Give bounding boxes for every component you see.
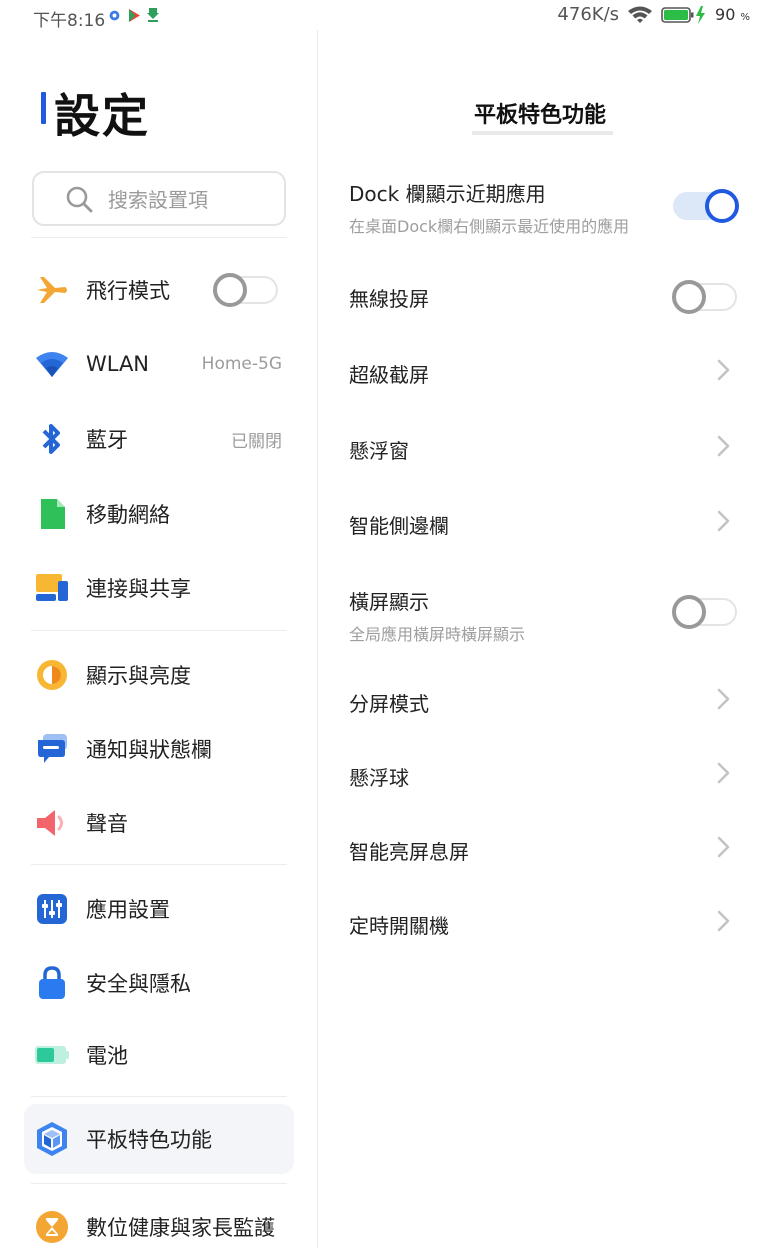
divider: [31, 1183, 287, 1184]
sidebar-item-security-privacy[interactable]: 安全與隱私: [24, 948, 294, 1018]
sidebar-item-label: 通知與狀態欄: [86, 738, 212, 762]
divider: [31, 1096, 287, 1097]
sidebar-item-app-settings[interactable]: 應用設置: [24, 874, 294, 944]
sidebar-item-label: 數位健康與家長監護: [86, 1216, 275, 1240]
chevron-right-icon: [717, 510, 730, 532]
chevron-right-icon: [717, 688, 730, 710]
sidebar-item-digital-wellbeing[interactable]: 數位健康與家長監護: [24, 1192, 294, 1248]
setting-floating-ball[interactable]: 懸浮球: [349, 762, 759, 791]
sidebar-item-label: 飛行模式: [86, 279, 170, 303]
chevron-right-icon: [717, 910, 730, 932]
sidebar-item-connection-sharing[interactable]: 連接與共享: [24, 553, 294, 623]
notification-icon: [34, 731, 70, 767]
setting-landscape-display[interactable]: 橫屏顯示 全局應用橫屏時橫屏顯示: [349, 586, 759, 645]
setting-label: 智能亮屏息屏: [349, 840, 469, 864]
chevron-right-icon: [717, 762, 730, 784]
divider: [31, 630, 287, 631]
setting-split-screen[interactable]: 分屏模式: [349, 688, 759, 717]
divider: [31, 864, 287, 865]
sidebar-item-battery[interactable]: 電池: [24, 1020, 294, 1090]
sidebar-item-notification-statusbar[interactable]: 通知與狀態欄: [24, 714, 294, 784]
wireless-projection-toggle[interactable]: [672, 280, 737, 314]
divider: [31, 237, 287, 238]
sidebar-item-tablet-features[interactable]: 平板特色功能: [24, 1104, 294, 1174]
sidebar-item-label: 平板特色功能: [86, 1128, 212, 1152]
sidebar-item-label: 移動網絡: [86, 503, 170, 527]
sidebar-item-label: 藍牙: [86, 428, 128, 452]
setting-label: 智能側邊欄: [349, 514, 449, 538]
sidebar-item-label: 電池: [86, 1044, 128, 1068]
wlan-network-name: Home-5G: [201, 354, 282, 374]
hourglass-icon: [34, 1209, 70, 1245]
bluetooth-status: 已關閉: [231, 431, 282, 452]
sidebar-item-label: 應用設置: [86, 898, 170, 922]
setting-dock-recent-apps[interactable]: Dock 欄顯示近期應用 在桌面Dock欄右側顯示最近使用的應用: [349, 178, 759, 237]
settings-sidebar: 設定 搜索設置項 飛行模式 WLAN Home-5G 藍牙 已關閉 移動網絡 連…: [0, 0, 317, 1248]
setting-super-screenshot[interactable]: 超級截屏: [349, 359, 759, 388]
setting-label: 懸浮球: [349, 766, 409, 790]
tablet-cube-icon: [34, 1121, 70, 1157]
setting-smart-sidebar[interactable]: 智能側邊欄: [349, 510, 759, 539]
sidebar-item-bluetooth[interactable]: 藍牙 已關閉: [24, 404, 294, 474]
setting-scheduled-power[interactable]: 定時開關機: [349, 910, 759, 939]
sidebar-item-label: 顯示與亮度: [86, 664, 191, 688]
sidebar-item-display-brightness[interactable]: 顯示與亮度: [24, 640, 294, 710]
setting-label: 定時開關機: [349, 914, 449, 938]
toggle-knob: [213, 273, 247, 307]
toggle-knob: [705, 189, 739, 223]
search-icon: [66, 186, 93, 212]
chevron-right-icon: [717, 435, 730, 457]
app-settings-icon: [34, 891, 70, 927]
sidebar-item-label: 連接與共享: [86, 577, 191, 601]
speaker-icon: [34, 805, 70, 841]
detail-pane: 平板特色功能 Dock 欄顯示近期應用 在桌面Dock欄右側顯示最近使用的應用 …: [318, 0, 780, 1248]
chevron-right-icon: [717, 836, 730, 858]
setting-smart-screen-on-off[interactable]: 智能亮屏息屏: [349, 836, 759, 865]
sidebar-item-label: WLAN: [86, 352, 150, 376]
search-box[interactable]: 搜索設置項: [32, 171, 286, 226]
toggle-knob: [672, 280, 706, 314]
airplane-mode-toggle[interactable]: [213, 273, 278, 307]
toggle-knob: [672, 595, 706, 629]
page-title: 設定: [54, 89, 150, 143]
sidebar-item-label: 聲音: [86, 812, 128, 836]
dock-recent-apps-toggle[interactable]: [673, 189, 739, 223]
sidebar-item-mobile-network[interactable]: 移動網絡: [24, 479, 294, 549]
sidebar-item-sound[interactable]: 聲音: [24, 788, 294, 858]
setting-wireless-projection[interactable]: 無線投屏: [349, 280, 759, 314]
sidebar-item-airplane-mode[interactable]: 飛行模式: [24, 255, 294, 325]
lock-icon: [34, 965, 70, 1001]
battery-icon: [34, 1037, 70, 1073]
setting-label: 分屏模式: [349, 692, 429, 716]
bluetooth-icon: [34, 421, 70, 457]
setting-label: 超級截屏: [349, 363, 429, 387]
sidebar-item-wlan[interactable]: WLAN Home-5G: [24, 329, 294, 399]
setting-floating-window[interactable]: 懸浮窗: [349, 435, 759, 464]
setting-label: 懸浮窗: [349, 439, 409, 463]
sidebar-item-label: 安全與隱私: [86, 972, 191, 996]
airplane-icon: [34, 272, 70, 308]
landscape-display-toggle[interactable]: [672, 595, 737, 629]
chevron-right-icon: [717, 359, 730, 381]
detail-title: 平板特色功能: [474, 103, 607, 128]
wifi-icon: [34, 346, 70, 382]
connection-share-icon: [34, 570, 70, 606]
title-underline: [472, 131, 613, 135]
brightness-icon: [34, 657, 70, 693]
sim-card-icon: [34, 496, 70, 532]
title-accent-bar: [41, 92, 46, 124]
search-placeholder: 搜索設置項: [108, 188, 208, 212]
